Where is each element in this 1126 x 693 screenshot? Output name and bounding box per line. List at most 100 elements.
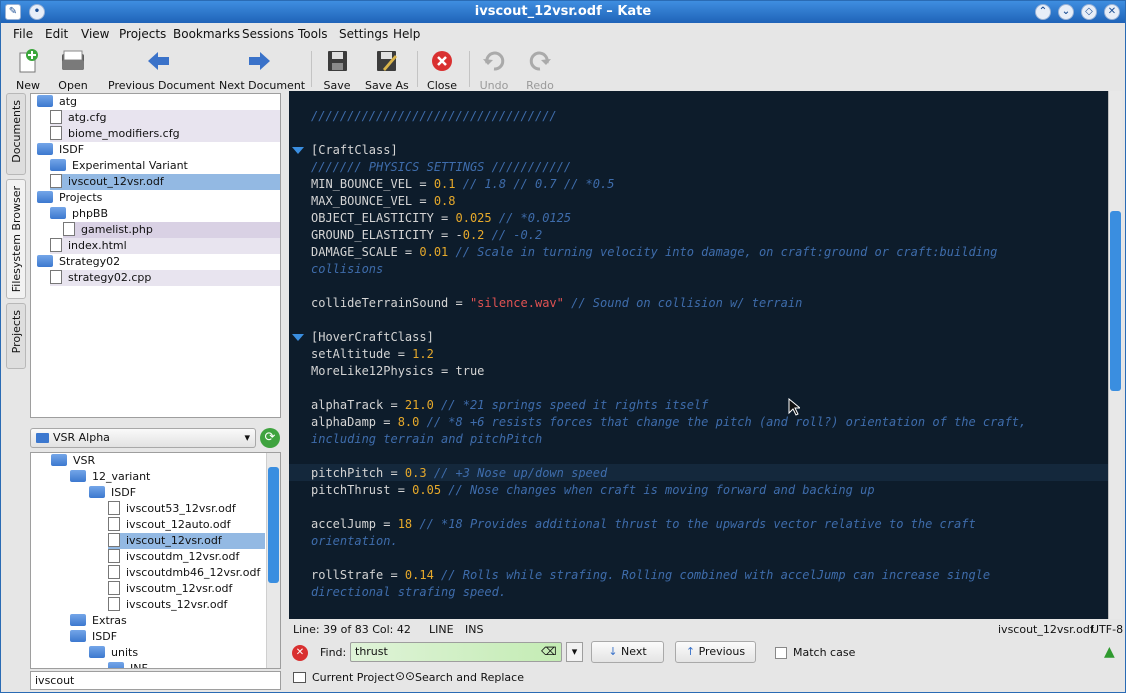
- code-token: collisions: [311, 262, 384, 276]
- document-tree-item[interactable]: gamelist.php: [63, 222, 280, 238]
- filter-input[interactable]: ivscout: [30, 671, 281, 690]
- title-bar[interactable]: ✎ • ivscout_12vsr.odf – Kate ⌃ ⌄ ◇ ✕: [1, 1, 1125, 23]
- keep-above-icon[interactable]: ⌃: [1035, 4, 1051, 20]
- menu-edit[interactable]: Edit: [45, 27, 68, 41]
- document-tree-item[interactable]: biome_modifiers.cfg: [50, 126, 280, 142]
- save-button[interactable]: Save: [322, 49, 352, 92]
- fold-marker-icon[interactable]: [292, 147, 304, 154]
- find-next-button[interactable]: ↓ Next: [591, 641, 664, 663]
- document-tree-label: ISDF: [59, 143, 85, 156]
- filesystem-tree-item[interactable]: INF: [108, 661, 265, 668]
- sync-refresh-button[interactable]: ⟳: [260, 428, 280, 448]
- filesystem-tree-item[interactable]: 12_variant: [70, 469, 265, 485]
- save-as-button[interactable]: Save As: [365, 49, 409, 92]
- code-token: // *8 +6 resists forces that change the …: [419, 415, 1027, 429]
- chevron-down-icon: ▾: [571, 645, 578, 658]
- find-previous-button[interactable]: ↑ Previous: [675, 641, 756, 663]
- filesystem-scrollbar[interactable]: [266, 453, 280, 668]
- document-tree-item[interactable]: atg.cfg: [50, 110, 280, 126]
- minimize-icon[interactable]: ⌄: [1058, 4, 1074, 20]
- tab-documents[interactable]: Documents: [6, 93, 26, 175]
- document-tree-item[interactable]: strategy02.cpp: [50, 270, 280, 286]
- close-find-icon[interactable]: ✕: [292, 645, 308, 661]
- close-window-icon[interactable]: ✕: [1104, 4, 1120, 20]
- location-combo[interactable]: VSR Alpha ▾: [30, 428, 256, 448]
- filesystem-tree-label: ivscoutdmb46_12vsr.odf: [126, 566, 261, 579]
- redo-button[interactable]: Redo: [525, 49, 555, 92]
- document-tree-item[interactable]: phpBB: [50, 206, 280, 222]
- code-token: alphaDamp =: [311, 415, 398, 429]
- document-tree-label: index.html: [68, 239, 127, 252]
- filesystem-tree-item[interactable]: units: [89, 645, 265, 661]
- filesystem-tree-item[interactable]: Extras: [70, 613, 265, 629]
- menu-projects[interactable]: Projects: [119, 27, 166, 41]
- filesystem-tree-item[interactable]: ivscout_12vsr.odf: [108, 533, 265, 549]
- filesystem-tree-item[interactable]: VSR: [51, 453, 265, 469]
- match-case-checkbox[interactable]: [775, 647, 787, 659]
- document-tree-item[interactable]: Strategy02: [37, 254, 280, 270]
- document-tree-item[interactable]: ISDF: [37, 142, 280, 158]
- code-line: accelJump = 18 // *18 Provides additiona…: [311, 516, 976, 533]
- mouse-cursor-icon: [788, 398, 800, 416]
- menu-bar: File Edit View Projects Bookmarks Sessio…: [1, 23, 1125, 45]
- scroll-thumb[interactable]: [268, 467, 279, 583]
- main-toolbar: New Open Previous Document Next Document…: [1, 45, 1125, 92]
- code-editor[interactable]: ////////////////////////////////// [Craft…: [289, 91, 1108, 619]
- document-tree-item[interactable]: Experimental Variant: [50, 158, 280, 174]
- match-case-label[interactable]: Match case: [793, 646, 855, 659]
- clear-input-icon[interactable]: ⌫: [541, 645, 557, 658]
- menu-tools[interactable]: Tools: [298, 27, 328, 41]
- tab-filesystem-browser[interactable]: Filesystem Browser: [6, 179, 26, 299]
- tab-projects[interactable]: Projects: [6, 303, 26, 369]
- location-value: VSR Alpha: [53, 431, 110, 444]
- document-tree-item[interactable]: Projects: [37, 190, 280, 206]
- menu-file[interactable]: File: [13, 27, 33, 41]
- filesystem-tree-item[interactable]: ivscoutdmb46_12vsr.odf: [108, 565, 265, 581]
- code-token: // 1.8 // 0.7 // *0.5: [455, 177, 615, 191]
- document-tree-item[interactable]: atg: [37, 94, 280, 110]
- tab-current-project[interactable]: Current Project: [312, 671, 394, 684]
- folder-icon: [37, 255, 53, 267]
- filesystem-tree-item[interactable]: ISDF: [89, 485, 265, 501]
- menu-help[interactable]: Help: [393, 27, 420, 41]
- filesystem-tree-label: 12_variant: [92, 470, 151, 483]
- filesystem-tree-item[interactable]: ivscout_12auto.odf: [108, 517, 265, 533]
- filesystem-tree-item[interactable]: ivscoutm_12vsr.odf: [108, 581, 265, 597]
- menu-sessions[interactable]: Sessions: [242, 27, 294, 41]
- file-icon: [108, 501, 120, 515]
- undo-button[interactable]: Undo: [479, 49, 509, 92]
- next-document-button[interactable]: Next Document: [219, 49, 305, 92]
- open-button[interactable]: Open: [56, 49, 90, 92]
- filesystem-tree-item[interactable]: ivscoutdm_12vsr.odf: [108, 549, 265, 565]
- menu-bookmarks[interactable]: Bookmarks: [173, 27, 240, 41]
- filesystem-tree-item[interactable]: ivscout53_12vsr.odf: [108, 501, 265, 517]
- editor-scrollbar[interactable]: [1108, 91, 1122, 619]
- code-token: // Rolls while strafing. Rolling combine…: [433, 568, 991, 582]
- scroll-thumb[interactable]: [1110, 211, 1121, 391]
- code-token: 0.1: [433, 177, 456, 191]
- maximize-icon[interactable]: ◇: [1081, 4, 1097, 20]
- insert-mode[interactable]: INS: [465, 623, 483, 636]
- filesystem-tree-item[interactable]: ivscouts_12vsr.odf: [108, 597, 265, 613]
- code-token: alphaTrack =: [311, 398, 405, 412]
- previous-document-button[interactable]: Previous Document: [108, 49, 215, 92]
- file-icon: [50, 126, 62, 140]
- expand-arrow-icon[interactable]: ▲: [1104, 644, 1115, 660]
- document-tree-item[interactable]: index.html: [50, 238, 280, 254]
- find-history-dropdown[interactable]: ▾: [566, 642, 583, 662]
- encoding[interactable]: UTF-8: [1091, 623, 1123, 636]
- code-token: setAltitude =: [311, 347, 413, 361]
- fold-marker-icon[interactable]: [292, 334, 304, 341]
- filesystem-tree-item[interactable]: ISDF: [70, 629, 265, 645]
- menu-settings[interactable]: Settings: [339, 27, 388, 41]
- selection-mode[interactable]: LINE: [429, 623, 454, 636]
- filesystem-tree-label: Extras: [92, 614, 127, 627]
- document-tree-item[interactable]: ivscout_12vsr.odf: [50, 174, 280, 190]
- close-document-button[interactable]: Close: [427, 49, 457, 92]
- tab-search-and-replace[interactable]: Search and Replace: [415, 671, 524, 684]
- binoculars-icon: ⊙⊙: [395, 669, 416, 683]
- new-button[interactable]: New: [13, 49, 43, 92]
- menu-view[interactable]: View: [81, 27, 109, 41]
- find-input[interactable]: thrust: [350, 642, 562, 662]
- filesystem-tree-label: VSR: [73, 454, 96, 467]
